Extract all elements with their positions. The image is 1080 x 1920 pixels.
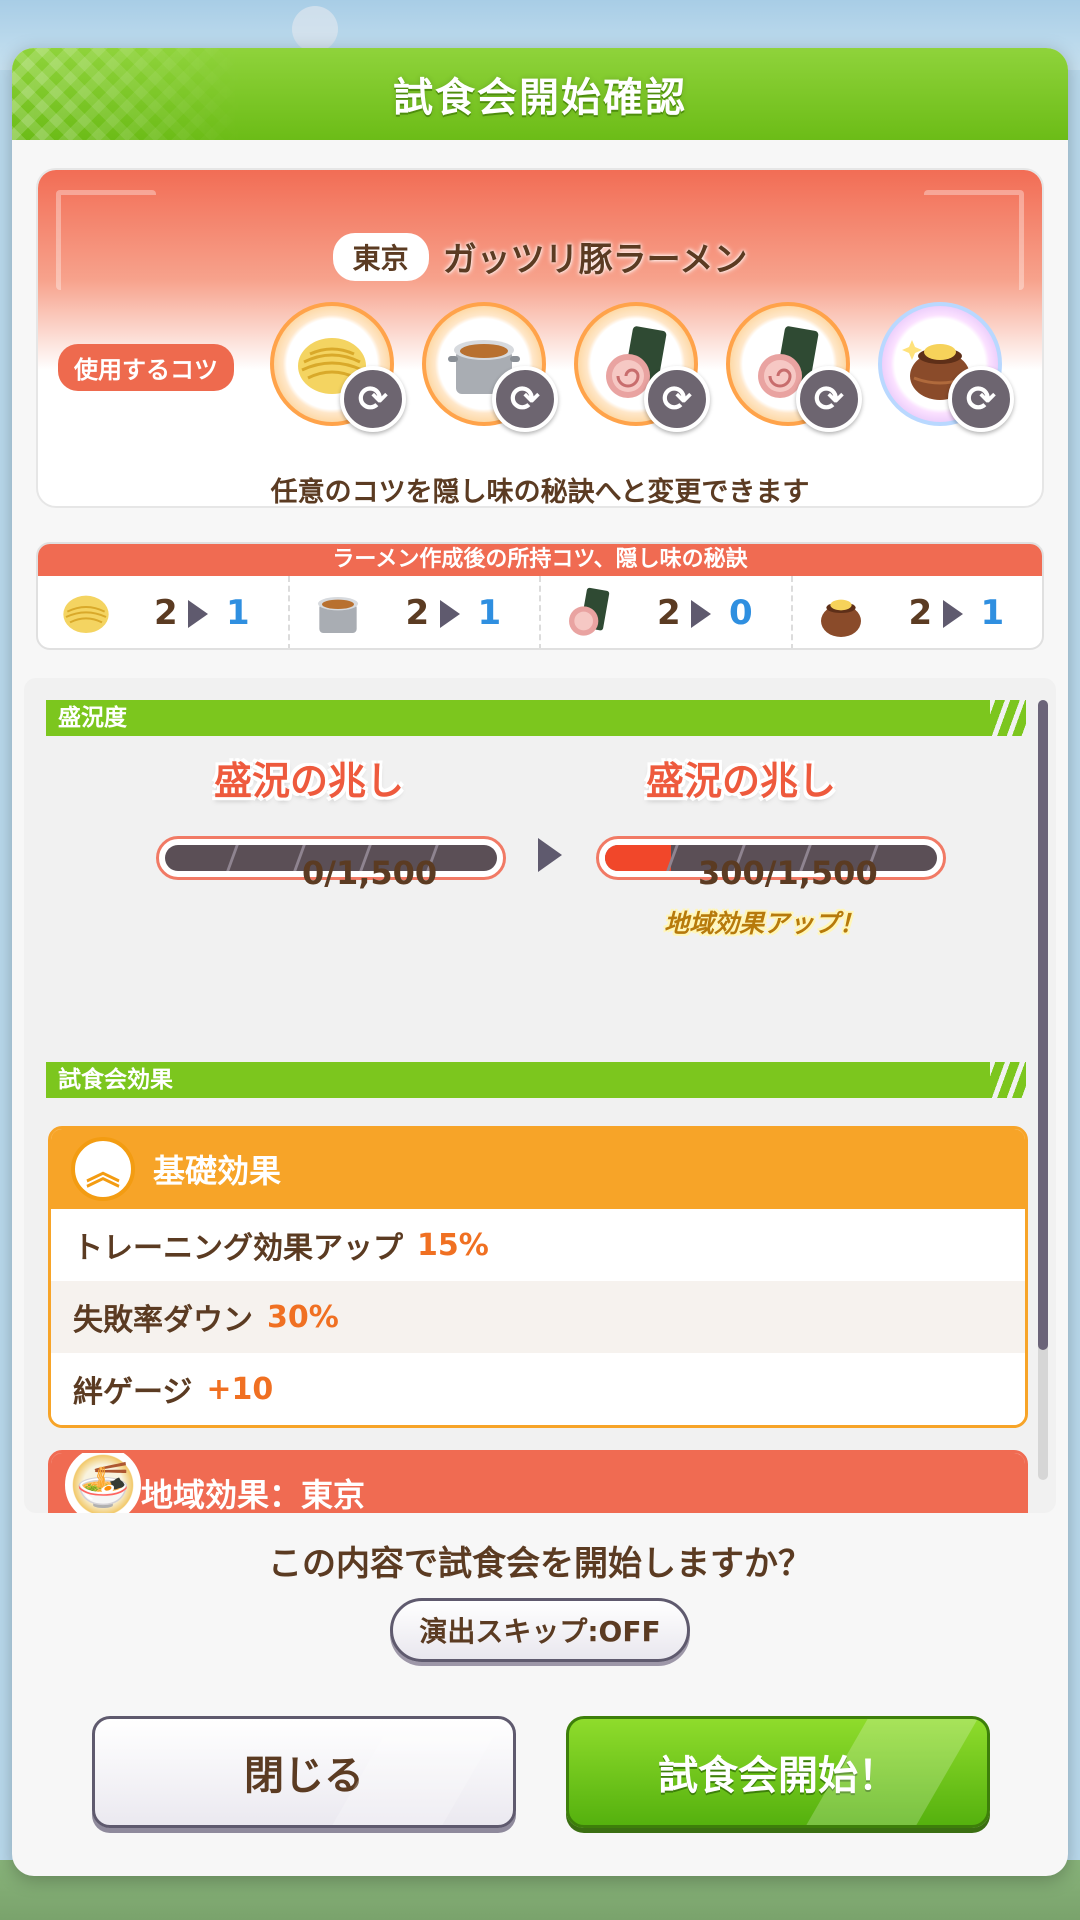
recipe-card: 東京 ガッツリ豚ラーメン 使用するコツ ⟳ ⟳ ⟳ ⟳ ⟳ 任意のコツを隠し味の…: [36, 168, 1044, 508]
tip-slot-3[interactable]: ⟳: [574, 302, 710, 432]
tip-slot-2[interactable]: ⟳: [422, 302, 558, 432]
swap-button[interactable]: ⟳: [340, 366, 406, 432]
effect-row: トレーニング効果アップ 15%: [51, 1209, 1025, 1281]
effect-value: +10: [206, 1371, 274, 1407]
scrollbar-thumb[interactable]: [1038, 700, 1048, 1350]
section-header-effects: 試食会効果: [46, 1062, 1026, 1098]
effect-label: 絆ゲージ: [73, 1375, 193, 1410]
tip-slot-4[interactable]: ⟳: [726, 302, 862, 432]
arrow-right-icon: [691, 600, 711, 628]
region-effect-up-note: 地域効果アップ！: [664, 909, 865, 938]
scrollbar[interactable]: [1038, 700, 1048, 1480]
count-after: 0: [729, 593, 753, 633]
effect-label: 失敗率ダウン: [73, 1303, 253, 1338]
confirm-question: この内容で試食会を開始しますか？: [268, 1544, 812, 1584]
inventory-item: 2 1: [793, 576, 1043, 648]
arrow-right-icon: [942, 600, 963, 628]
inventory-panel: ラーメン作成後の所持コツ、隠し味の秘訣 2 1 2 1 2 0 2 1: [36, 542, 1044, 650]
inventory-title: ラーメン作成後の所持コツ、隠し味の秘訣: [38, 544, 1042, 576]
swap-button[interactable]: ⟳: [644, 366, 710, 432]
prosperity-value-before: 0/1,500: [302, 854, 438, 892]
basic-effects-panel: ︽ 基礎効果 トレーニング効果アップ 15% 失敗率ダウン 30% 絆ゲージ +10: [48, 1126, 1028, 1428]
count-before: 2: [657, 593, 681, 633]
effect-value: 30%: [267, 1299, 339, 1335]
effect-value: 15%: [417, 1227, 489, 1263]
prosperity-label-before: 盛況の兆し: [214, 759, 405, 803]
count-after: 1: [477, 593, 502, 633]
count-before: 2: [154, 593, 178, 633]
count-after: 1: [980, 593, 1005, 633]
inventory-item: 2 1: [38, 576, 290, 648]
prosperity-value-after: 300/1,500: [698, 854, 878, 892]
chevron-up-icon: ︽: [71, 1137, 135, 1201]
dish-name: ガッツリ豚ラーメン: [442, 240, 748, 280]
background-avatar: [292, 6, 338, 52]
noodles-icon: [58, 585, 114, 641]
count-before: 2: [405, 593, 430, 633]
arrow-right-icon: [538, 838, 562, 872]
inventory-item: 2 0: [541, 576, 793, 648]
prosperity-label-after: 盛況の兆し: [646, 759, 837, 803]
count-after: 1: [226, 593, 250, 633]
recipe-title-row: 東京 ガッツリ豚ラーメン: [38, 232, 1042, 281]
regional-effects-panel: 🍜 地域効果：東京: [48, 1450, 1028, 1513]
arrow-right-icon: [188, 600, 208, 628]
swap-button[interactable]: ⟳: [796, 366, 862, 432]
swap-button[interactable]: ⟳: [492, 366, 558, 432]
tips-label: 使用するコツ: [58, 344, 234, 391]
swap-button[interactable]: ⟳: [948, 366, 1014, 432]
tip-slot-5[interactable]: ⟳: [878, 302, 1014, 432]
inventory-item: 2 1: [290, 576, 541, 648]
effect-row: 絆ゲージ +10: [51, 1353, 1025, 1425]
arrow-right-icon: [439, 600, 460, 628]
dialog-header: 試食会開始確認: [12, 48, 1068, 140]
tip-slot-1[interactable]: ⟳: [270, 302, 406, 432]
effect-label: トレーニング効果アップ: [73, 1231, 403, 1266]
start-tasting-button[interactable]: 試食会開始！: [566, 1716, 990, 1828]
header-pattern: [12, 48, 242, 140]
tasting-confirm-dialog: 試食会開始確認 東京 ガッツリ豚ラーメン 使用するコツ ⟳ ⟳ ⟳ ⟳ ⟳ 任意…: [12, 48, 1068, 1876]
chashu-nori-icon: [561, 585, 617, 641]
secret-jar-icon: [813, 585, 869, 641]
tips-note: 任意のコツを隠し味の秘訣へと変更できます: [270, 477, 810, 508]
skip-animation-toggle[interactable]: 演出スキップ:OFF: [390, 1598, 690, 1662]
soup-pot-icon: [310, 585, 366, 641]
section-header-prosperity: 盛況度: [46, 700, 1026, 736]
details-scroll-area[interactable]: 盛況度 盛況の兆し 盛況の兆し 0/1,500 300/1,500 地域効果アッ…: [24, 678, 1056, 1513]
count-before: 2: [908, 593, 933, 633]
effect-row: 失敗率ダウン 30%: [51, 1281, 1025, 1353]
ramen-bowl-icon: 🍜: [65, 1453, 141, 1513]
gauge-fill: [605, 845, 672, 871]
region-badge: 東京: [332, 232, 429, 281]
dialog-title: 試食会開始確認: [393, 75, 687, 121]
basic-effects-title: 基礎効果: [153, 1152, 282, 1190]
regional-effects-title: 地域効果：東京: [141, 1476, 366, 1513]
close-button[interactable]: 閉じる: [92, 1716, 516, 1828]
